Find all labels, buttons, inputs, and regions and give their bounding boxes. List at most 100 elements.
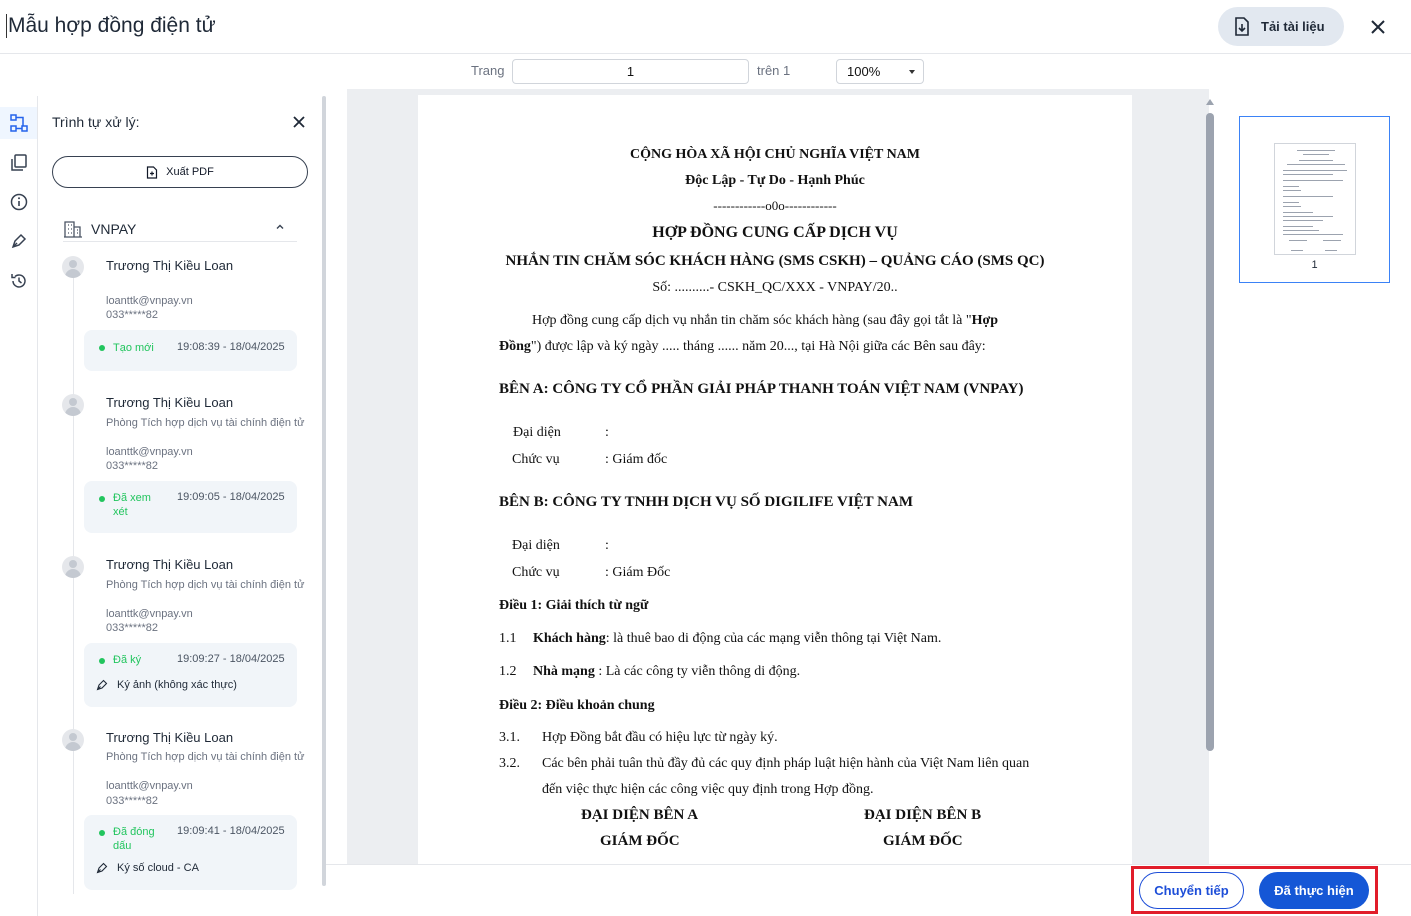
doc-intro-bold: Hợp xyxy=(971,313,999,328)
doc-clause-3-1: Hợp Đồng bắt đầu có hiệu lực từ ngày ký. xyxy=(542,730,778,745)
close-icon[interactable] xyxy=(290,113,308,131)
doc-party-a-rep-value: : xyxy=(605,425,609,440)
info-icon[interactable] xyxy=(0,186,37,218)
doc-article-1: Điều 1: Giải thích từ ngữ xyxy=(499,598,649,613)
doc-clause-3-2-cont: đến việc thực hiện các công việc quy địn… xyxy=(542,782,874,797)
doc-term: Nhà mạng xyxy=(533,664,595,679)
step-status-card: Đã ký 19:09:27 - 18/04/2025 Ký ảnh (khôn… xyxy=(84,643,297,707)
top-bar: Mẫu hợp đồng điện tử Tải tài liệu xyxy=(0,0,1411,54)
download-file-icon xyxy=(1235,16,1249,36)
step-department: Phòng Tích hợp dịch vụ tài chính điện tử xyxy=(106,579,305,591)
org-group-header[interactable]: VNPAY xyxy=(63,216,297,242)
app-root: Mẫu hợp đồng điện tử Tải tài liệu Trang … xyxy=(0,0,1411,916)
avatar xyxy=(62,556,84,578)
page-title: Mẫu hợp đồng điện tử xyxy=(6,14,216,38)
status-dot xyxy=(99,658,105,664)
status-text: Tạo mới xyxy=(113,342,154,354)
panel-scrollbar[interactable] xyxy=(322,96,326,886)
doc-intro-line2: Đồng") được lập và ký ngày ..... tháng .… xyxy=(499,339,986,355)
close-icon[interactable] xyxy=(1366,15,1390,39)
zoom-select[interactable]: 100% xyxy=(836,59,924,84)
panel-title: Trình tự xử lý: xyxy=(52,114,140,130)
doc-signature-a-title: GIÁM ĐỐC xyxy=(600,833,680,849)
step-email: loanttk@vnpay.vn xyxy=(106,780,193,792)
step-email: loanttk@vnpay.vn xyxy=(106,608,193,620)
status-text: Đã ký xyxy=(113,654,142,666)
export-pdf-label: Xuất PDF xyxy=(166,166,214,178)
export-file-icon xyxy=(147,165,158,179)
avatar xyxy=(62,256,84,278)
completed-button[interactable]: Đã thực hiện xyxy=(1259,872,1369,909)
doc-clause-1-2: Nhà mạng : Là các công ty viễn thông di … xyxy=(533,664,800,680)
pen-icon xyxy=(96,862,108,874)
doc-signature-a: ĐẠI DIỆN BÊN A xyxy=(581,807,699,823)
step-department: Phòng Tích hợp dịch vụ tài chính điện tử xyxy=(106,751,305,763)
avatar xyxy=(62,729,84,751)
doc-number: Số: ..........- CSKH_QC/XXX - VNPAY/20.. xyxy=(652,280,898,295)
step-department: Phòng Tích hợp dịch vụ tài chính điện tử xyxy=(106,417,305,429)
doc-intro-text: ") được lập và ký ngày ..... tháng .....… xyxy=(530,339,986,354)
doc-intro-line1: Hợp đồng cung cấp dịch vụ nhắn tin chăm … xyxy=(532,313,998,329)
page-number-input[interactable]: 1 xyxy=(512,59,749,84)
doc-party-a-pos-value: : Giám đốc xyxy=(605,452,668,467)
document-viewer: CỘNG HÒA XÃ HỘI CHỦ NGHĨA VIỆT NAM Độc L… xyxy=(347,89,1209,864)
doc-clause-num: 3.1. xyxy=(499,730,520,745)
sign-method: Ký ảnh (không xác thực) xyxy=(96,678,237,691)
doc-motto: Độc Lập - Tự Do - Hạnh Phúc xyxy=(685,173,865,188)
history-icon[interactable] xyxy=(0,265,37,297)
doc-signature-b-title: GIÁM ĐỐC xyxy=(883,833,963,849)
doc-clause-num: 1.2 xyxy=(499,664,517,679)
step-user-name: Trương Thị Kiều Loan xyxy=(106,730,234,745)
step-phone: 033*****82 xyxy=(106,622,158,634)
doc-clause-3-2: Các bên phải tuân thủ đầy đủ các quy địn… xyxy=(542,756,1030,771)
forward-button[interactable]: Chuyển tiếp xyxy=(1139,872,1244,909)
page-label: Trang xyxy=(471,63,505,78)
chevron-up-icon[interactable] xyxy=(275,222,285,232)
doc-signature-b: ĐẠI DIỆN BÊN B xyxy=(864,807,982,823)
document-scrollbar[interactable] xyxy=(1206,113,1214,751)
step-user-name: Trương Thị Kiều Loan xyxy=(106,258,234,273)
status-text: Đã xem xét xyxy=(113,492,151,518)
workflow-icon[interactable] xyxy=(0,107,37,139)
doc-party-b-pos-value: : Giám Đốc xyxy=(605,565,671,580)
export-pdf-button[interactable]: Xuất PDF xyxy=(52,156,308,188)
doc-separator: ------------o0o------------ xyxy=(713,198,837,213)
doc-party-a: BÊN A: CÔNG TY CỔ PHẦN GIẢI PHÁP THANH T… xyxy=(499,381,1024,397)
download-button[interactable]: Tải tài liệu xyxy=(1218,7,1344,46)
status-text: Đã đóng dấu xyxy=(113,826,155,852)
doc-party-b-rep-value: : xyxy=(605,538,609,553)
doc-clause-num: 3.2. xyxy=(499,756,520,771)
thumbnail-preview xyxy=(1274,143,1356,255)
pen-icon[interactable] xyxy=(0,225,37,257)
building-icon xyxy=(64,220,82,238)
status-time: 19:09:05 - 18/04/2025 xyxy=(177,491,285,503)
doc-clause-1-1: Khách hàng: là thuê bao di động của các … xyxy=(533,631,941,647)
step-phone: 033*****82 xyxy=(106,795,158,807)
side-rail xyxy=(0,96,38,916)
page-thumbnail[interactable]: 1 xyxy=(1239,116,1390,283)
doc-nation: CỘNG HÒA XÃ HỘI CHỦ NGHĨA VIỆT NAM xyxy=(629,147,920,162)
scroll-up-arrow[interactable] xyxy=(1206,99,1214,105)
status-dot xyxy=(99,496,105,502)
step-phone: 033*****82 xyxy=(106,460,158,472)
zoom-value: 100% xyxy=(847,64,881,79)
sign-method-label: Ký số cloud - CA xyxy=(117,861,199,874)
status-time: 19:09:41 - 18/04/2025 xyxy=(177,825,285,837)
step-status-card: Đã xem xét 19:09:05 - 18/04/2025 xyxy=(84,481,297,533)
copy-icon[interactable] xyxy=(0,147,37,179)
step-status-card: Tạo mới 19:08:39 - 18/04/2025 xyxy=(84,330,297,371)
page-toolbar: Trang 1 trên 1 100% xyxy=(0,55,1411,89)
step-email: loanttk@vnpay.vn xyxy=(106,295,193,307)
doc-intro-bold: Đồng xyxy=(499,339,531,354)
org-name: VNPAY xyxy=(91,220,137,237)
doc-clause-num: 1.1 xyxy=(499,631,517,646)
thumbnail-page-number: 1 xyxy=(1311,259,1318,271)
status-dot xyxy=(99,830,105,836)
pen-icon xyxy=(96,679,108,691)
doc-intro-text: Hợp đồng cung cấp dịch vụ nhắn tin chăm … xyxy=(532,313,972,328)
status-time: 19:09:27 - 18/04/2025 xyxy=(177,653,285,665)
sign-method: Ký số cloud - CA xyxy=(96,861,199,874)
status-dot xyxy=(99,345,105,351)
doc-term-definition: : là thuê bao di động của các mạng viễn … xyxy=(605,631,942,646)
step-user-name: Trương Thị Kiều Loan xyxy=(106,395,234,410)
